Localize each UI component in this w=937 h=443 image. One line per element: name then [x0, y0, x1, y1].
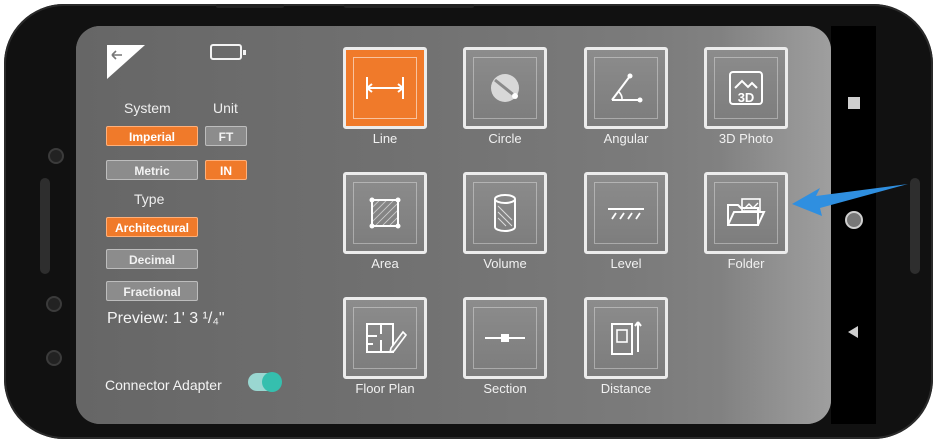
- level-tool-button[interactable]: [584, 172, 668, 254]
- preview-text: Preview: 1' 3 ¹/₄": [107, 310, 225, 327]
- tool-label: Distance: [600, 381, 652, 396]
- recents-button[interactable]: [848, 97, 860, 109]
- tool-label: Floor Plan: [355, 381, 415, 396]
- 3d-photo-tool-button[interactable]: 3D: [704, 47, 788, 129]
- angle-icon: [611, 73, 643, 103]
- area-icon: [369, 197, 401, 229]
- power-button: [344, 4, 474, 8]
- distance-tool-button[interactable]: [584, 297, 668, 379]
- system-label: System: [124, 100, 171, 116]
- metric-button[interactable]: Metric: [106, 160, 198, 180]
- section-tool-button[interactable]: [463, 297, 547, 379]
- 3d-photo-icon: 3D: [729, 71, 763, 105]
- circle-icon: [491, 74, 519, 102]
- annotation-arrow-icon: [792, 184, 908, 216]
- sensor-dot: [46, 296, 62, 312]
- type-label: Type: [134, 191, 165, 207]
- volume-button: [216, 4, 284, 8]
- section-icon: [485, 334, 525, 342]
- tool-label: Volume: [483, 256, 527, 271]
- decimal-button[interactable]: Decimal: [106, 249, 198, 269]
- tool-label: Level: [610, 256, 642, 271]
- back-arrow-icon[interactable]: [107, 45, 145, 79]
- area-tool-button[interactable]: [343, 172, 427, 254]
- tool-label: Circle: [488, 131, 522, 146]
- floor-plan-tool-button[interactable]: [343, 297, 427, 379]
- circle-tool-button[interactable]: [463, 47, 547, 129]
- connector-adapter-label: Connector Adapter: [105, 377, 222, 393]
- in-button[interactable]: IN: [205, 160, 247, 180]
- ft-button[interactable]: FT: [205, 126, 247, 146]
- angular-tool-button[interactable]: [584, 47, 668, 129]
- connector-adapter-toggle[interactable]: [248, 372, 282, 392]
- sensor-dot: [46, 350, 62, 366]
- line-tool-button[interactable]: [343, 47, 427, 129]
- tool-label: Folder: [727, 256, 765, 271]
- unit-label: Unit: [213, 100, 238, 116]
- distance-icon: [611, 321, 642, 355]
- volume-tool-button[interactable]: [463, 172, 547, 254]
- folder-icon: [727, 198, 766, 226]
- speaker-slot: [40, 178, 50, 274]
- tool-label: 3D Photo: [718, 131, 774, 146]
- folder-tool-button[interactable]: [704, 172, 788, 254]
- imperial-button[interactable]: Imperial: [106, 126, 198, 146]
- line-measure-icon: [366, 77, 404, 99]
- fractional-button[interactable]: Fractional: [106, 281, 198, 301]
- level-icon: [608, 208, 644, 220]
- tool-label: Line: [372, 131, 398, 146]
- tool-label: Section: [483, 381, 527, 396]
- cylinder-icon: [494, 194, 516, 232]
- tool-label: Angular: [603, 131, 649, 146]
- back-nav-button[interactable]: [848, 326, 858, 338]
- svg-text:3D: 3D: [738, 90, 755, 105]
- floor-plan-icon: [366, 323, 407, 354]
- speaker-slot-right: [910, 178, 920, 274]
- camera-dot: [48, 148, 64, 164]
- battery-icon: [210, 44, 246, 60]
- tool-label: Area: [371, 256, 399, 271]
- architectural-button[interactable]: Architectural: [106, 217, 198, 237]
